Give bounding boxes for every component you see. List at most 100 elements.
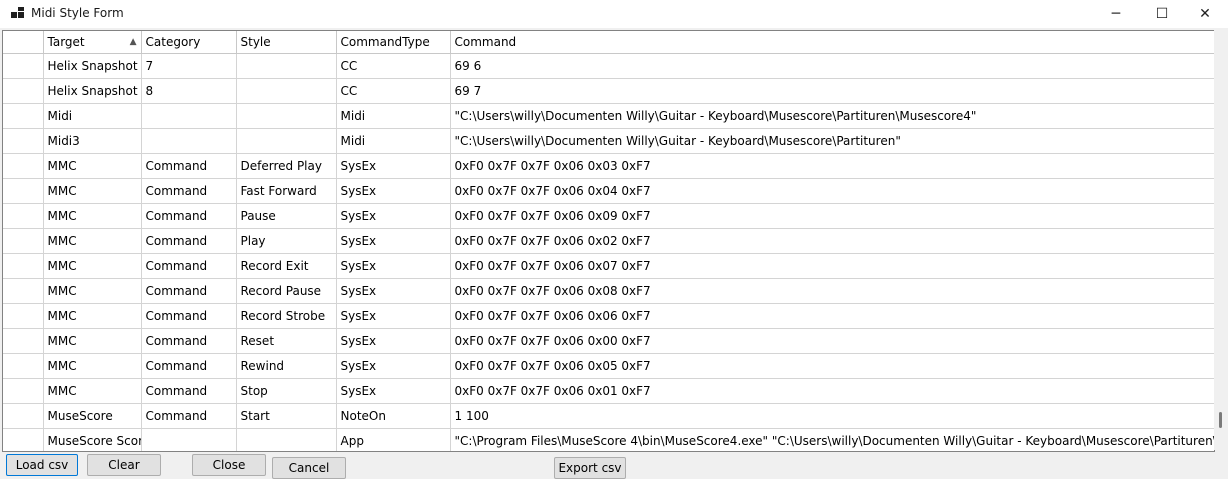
cell-target[interactable]: MMC [43,378,142,404]
cell-command[interactable]: 0xF0 0x7F 0x7F 0x06 0x01 0xF7 [450,378,1214,404]
cell-commandtype[interactable]: SysEx [336,153,451,179]
row-header[interactable] [3,228,44,254]
table-row[interactable]: Helix Snapshot 7 CC 69 6 [3,53,1214,79]
cell-category[interactable]: Command [141,178,237,204]
cell-command[interactable]: 0xF0 0x7F 0x7F 0x06 0x08 0xF7 [450,278,1214,304]
cell-target[interactable]: Midi3 [43,128,142,154]
cell-category[interactable]: Command [141,378,237,404]
cell-commandtype[interactable]: Midi [336,103,451,129]
cell-category[interactable]: Command [141,303,237,329]
table-row[interactable]: Helix Snapshot 8 CC 69 7 [3,78,1214,104]
cell-style[interactable]: Play [236,228,337,254]
cell-style[interactable]: Record Exit [236,253,337,279]
cell-style[interactable]: Record Strobe [236,303,337,329]
cell-command[interactable]: "C:\Users\willy\Documenten Willy\Guitar … [450,103,1214,129]
cell-style[interactable]: Start [236,403,337,429]
row-header[interactable] [3,128,44,154]
scrollbar-thumb[interactable] [1219,412,1222,428]
cell-category[interactable]: Command [141,403,237,429]
table-row[interactable]: Midi Midi "C:\Users\willy\Documenten Willy… [3,103,1214,129]
cell-style[interactable]: Deferred Play [236,153,337,179]
cell-commandtype[interactable]: SysEx [336,378,451,404]
row-header[interactable] [3,53,44,79]
cell-target[interactable]: MMC [43,153,142,179]
cell-target[interactable]: Midi [43,103,142,129]
cell-style[interactable]: Pause [236,203,337,229]
cell-style[interactable]: Record Pause [236,278,337,304]
row-header[interactable] [3,303,44,329]
table-row[interactable]: MMC Command Play SysEx 0xF0 0x7F 0x7F 0x06 0… [3,228,1214,254]
table-row[interactable]: MuseScore Score App "C:\Program Files\Muse… [3,428,1214,451]
cell-commandtype[interactable]: CC [336,53,451,79]
column-header-style[interactable]: Style [236,31,337,54]
table-row[interactable]: MMC Command Reset SysEx 0xF0 0x7F 0x7F 0x06 … [3,328,1214,354]
cell-category[interactable]: 7 [141,53,237,79]
cell-category[interactable]: Command [141,328,237,354]
cell-command[interactable]: 0xF0 0x7F 0x7F 0x06 0x06 0xF7 [450,303,1214,329]
row-header-corner[interactable] [3,31,44,54]
row-header[interactable] [3,378,44,404]
cell-style[interactable]: Stop [236,378,337,404]
row-header[interactable] [3,403,44,429]
load-csv-button[interactable]: Load csv [6,454,78,476]
cell-category[interactable]: Command [141,353,237,379]
cell-command[interactable]: 0xF0 0x7F 0x7F 0x06 0x03 0xF7 [450,153,1214,179]
cell-target[interactable]: MMC [43,228,142,254]
cell-command[interactable]: 0xF0 0x7F 0x7F 0x06 0x04 0xF7 [450,178,1214,204]
cell-category[interactable] [141,128,237,154]
cell-style[interactable] [236,128,337,154]
cell-target[interactable]: Helix Snapshot [43,78,142,104]
cell-commandtype[interactable]: SysEx [336,328,451,354]
cell-commandtype[interactable]: SysEx [336,353,451,379]
cell-commandtype[interactable]: SysEx [336,253,451,279]
cell-style[interactable] [236,53,337,79]
cell-commandtype[interactable]: App [336,428,451,451]
cell-style[interactable]: Rewind [236,353,337,379]
cell-command[interactable]: 69 7 [450,78,1214,104]
cell-category[interactable]: 8 [141,78,237,104]
cell-style[interactable] [236,428,337,451]
cell-style[interactable]: Fast Forward [236,178,337,204]
row-header[interactable] [3,253,44,279]
cell-category[interactable]: Command [141,153,237,179]
row-header[interactable] [3,353,44,379]
export-csv-button[interactable]: Export csv [554,457,626,479]
cell-commandtype[interactable]: SysEx [336,228,451,254]
cell-command[interactable]: "C:\Users\willy\Documenten Willy\Guitar … [450,128,1214,154]
cancel-button[interactable]: Cancel [272,457,346,479]
cell-command[interactable]: 0xF0 0x7F 0x7F 0x06 0x07 0xF7 [450,253,1214,279]
table-row[interactable]: MMC Command Record Strobe SysEx 0xF0 0x7F 0x… [3,303,1214,329]
row-header[interactable] [3,78,44,104]
clear-button[interactable]: Clear [87,454,161,476]
cell-target[interactable]: Helix Snapshot [43,53,142,79]
maximize-button[interactable]: ☐ [1139,0,1185,28]
vertical-scrollbar[interactable] [1214,30,1228,450]
cell-command[interactable]: 0xF0 0x7F 0x7F 0x06 0x02 0xF7 [450,228,1214,254]
table-row[interactable]: Midi3 Midi "C:\Users\willy\Documenten Will… [3,128,1214,154]
column-header-commandtype[interactable]: CommandType [336,31,451,54]
cell-command[interactable]: 0xF0 0x7F 0x7F 0x06 0x00 0xF7 [450,328,1214,354]
row-header[interactable] [3,278,44,304]
cell-commandtype[interactable]: SysEx [336,203,451,229]
cell-target[interactable]: MuseScore [43,403,142,429]
cell-command[interactable]: 1 100 [450,403,1214,429]
table-row[interactable]: MMC Command Pause SysEx 0xF0 0x7F 0x7F 0x06 … [3,203,1214,229]
table-row[interactable]: MMC Command Stop SysEx 0xF0 0x7F 0x7F 0x06 0… [3,378,1214,404]
row-header[interactable] [3,428,44,451]
cell-commandtype[interactable]: Midi [336,128,451,154]
cell-target[interactable]: MuseScore Score [43,428,142,451]
close-window-button[interactable]: ✕ [1182,0,1228,28]
close-button[interactable]: Close [192,454,266,476]
cell-category[interactable] [141,103,237,129]
cell-category[interactable]: Command [141,228,237,254]
row-header[interactable] [3,178,44,204]
column-header-command[interactable]: Command [450,31,1214,54]
table-row[interactable]: MMC Command Record Pause SysEx 0xF0 0x7F 0x7… [3,278,1214,304]
cell-command[interactable]: 0xF0 0x7F 0x7F 0x06 0x09 0xF7 [450,203,1214,229]
table-row[interactable]: MMC Command Fast Forward SysEx 0xF0 0x7F 0x7… [3,178,1214,204]
cell-target[interactable]: MMC [43,303,142,329]
cell-commandtype[interactable]: CC [336,78,451,104]
cell-target[interactable]: MMC [43,253,142,279]
cell-commandtype[interactable]: NoteOn [336,403,451,429]
column-header-target[interactable]: Target ▲ [43,31,142,54]
